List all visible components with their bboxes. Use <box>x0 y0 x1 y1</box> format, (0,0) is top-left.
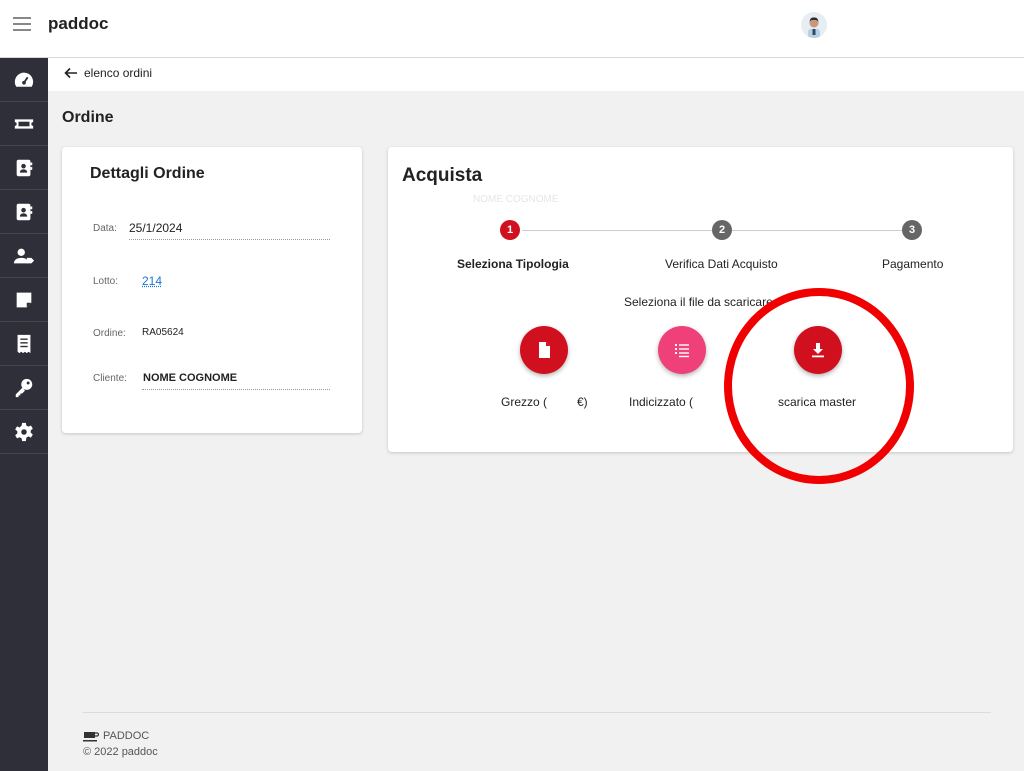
sidebar-item-notes[interactable] <box>0 278 48 322</box>
footer-divider <box>83 712 991 713</box>
app-title: paddoc <box>48 14 109 33</box>
step-2-label[interactable]: Verifica Dati Acquisto <box>665 257 778 271</box>
ordine-label: Ordine: <box>93 328 126 339</box>
step-connector <box>522 230 712 231</box>
step-connector <box>732 230 902 231</box>
arrow-left-icon <box>64 67 77 79</box>
step-3-circle[interactable]: 3 <box>902 220 922 240</box>
page-title: Ordine <box>62 109 114 126</box>
footer-copyright: © 2022 paddoc <box>83 746 158 758</box>
note-icon <box>16 292 32 307</box>
cliente-label: Cliente: <box>93 373 127 384</box>
purchase-card: Acquista NOME COGNOME 1 2 3 Seleziona Ti… <box>388 147 1013 452</box>
sidebar-item-users[interactable] <box>0 234 48 278</box>
footer-brand: PADDOC <box>83 730 149 742</box>
sidebar-item-contacts[interactable] <box>0 146 48 190</box>
purchase-title: Acquista <box>402 165 483 186</box>
sidebar-item-dashboard[interactable] <box>0 58 48 102</box>
avatar[interactable] <box>801 12 827 38</box>
file-icon <box>539 342 550 358</box>
indexed-file-button[interactable] <box>658 326 706 374</box>
raw-file-label: Grezzo ( <box>501 395 548 409</box>
sidebar <box>0 58 48 771</box>
data-label: Data: <box>93 223 117 234</box>
menu-icon[interactable] <box>13 17 31 31</box>
data-value: 25/1/2024 <box>129 221 183 235</box>
step-1-label[interactable]: Seleziona Tipologia <box>457 257 569 271</box>
receipt-icon <box>17 334 31 353</box>
step-2-circle[interactable]: 2 <box>712 220 732 240</box>
sub-header: elenco ordini <box>48 58 1024 91</box>
coffee-icon <box>83 731 99 741</box>
details-title: Dettagli Ordine <box>90 165 205 182</box>
step-1-circle[interactable]: 1 <box>500 220 520 240</box>
ticket-icon <box>14 118 34 129</box>
top-bar: paddoc <box>0 0 1024 58</box>
sidebar-item-settings[interactable] <box>0 410 48 454</box>
step-3-label[interactable]: Pagamento <box>882 257 943 271</box>
order-details-card: Dettagli Ordine Data: 25/1/2024 Lotto: 2… <box>62 147 362 433</box>
back-link-label: elenco ordini <box>84 66 153 80</box>
indexed-file-label: Indicizzato ( <box>629 395 694 409</box>
raw-file-price-suffix: €) <box>577 395 588 409</box>
user-tag-icon <box>13 248 35 263</box>
dashboard-icon <box>14 72 34 87</box>
instruction-text: Seleziona il file da scaricare <box>624 295 773 309</box>
sidebar-item-tickets[interactable] <box>0 102 48 146</box>
address-book-icon <box>16 203 33 220</box>
data-underline <box>129 239 330 240</box>
list-icon <box>675 344 689 358</box>
lotto-link[interactable]: 214 <box>142 274 162 288</box>
key-icon <box>15 378 33 397</box>
back-link[interactable]: elenco ordini <box>64 66 152 80</box>
raw-file-button[interactable] <box>520 326 568 374</box>
footer-brand-label: PADDOC <box>103 730 150 742</box>
sidebar-item-addresses[interactable] <box>0 190 48 234</box>
sidebar-item-keys[interactable] <box>0 366 48 410</box>
cliente-underline <box>142 389 330 390</box>
sidebar-item-receipts[interactable] <box>0 322 48 366</box>
lotto-label: Lotto: <box>93 276 119 287</box>
gear-icon <box>15 422 33 441</box>
ordine-value: RA05624 <box>142 327 184 338</box>
contact-book-icon <box>16 159 33 176</box>
highlight-circle <box>724 288 914 484</box>
ghost-text: NOME COGNOME <box>473 194 559 205</box>
cliente-value: NOME COGNOME <box>143 372 238 384</box>
